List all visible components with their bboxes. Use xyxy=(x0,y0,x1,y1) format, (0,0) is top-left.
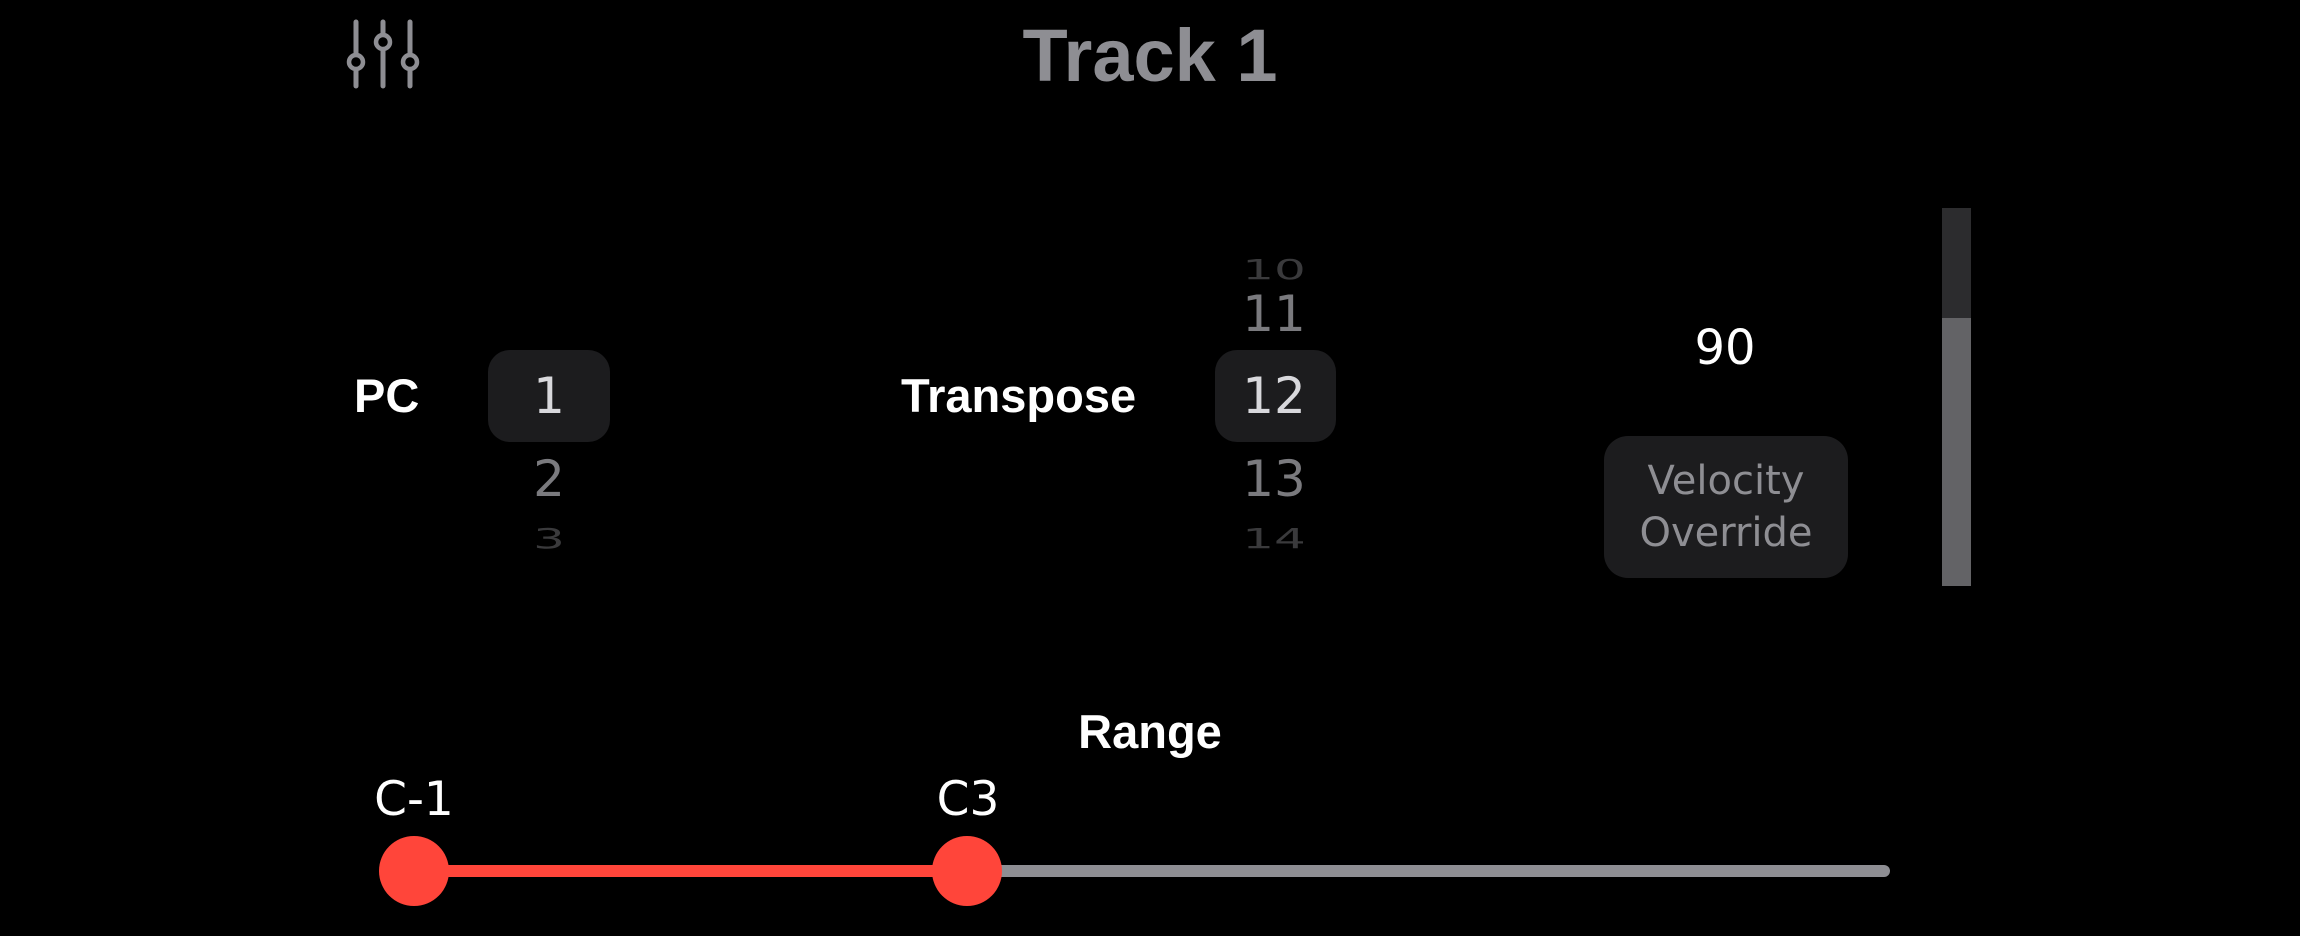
velocity-value: 90 xyxy=(1694,320,1756,376)
pc-picker[interactable]: 1 2 3 xyxy=(480,220,618,560)
range-low-thumb[interactable] xyxy=(379,836,449,906)
velocity-override-button[interactable]: Velocity Override xyxy=(1604,436,1848,578)
transpose-picker[interactable]: 10 11 12 13 14 xyxy=(1205,220,1343,560)
picker-row[interactable]: 2 xyxy=(480,449,618,509)
pc-label: PC xyxy=(354,369,420,422)
picker-row[interactable]: 10 xyxy=(1205,253,1343,286)
range-label: Range xyxy=(1078,705,1222,758)
velocity-slider-fill xyxy=(1942,317,1971,586)
picker-row[interactable]: 14 xyxy=(1205,522,1343,555)
velocity-slider[interactable] xyxy=(1942,208,1971,586)
picker-row[interactable]: 3 xyxy=(480,522,618,555)
picker-row[interactable]: 13 xyxy=(1205,449,1343,509)
velocity-override-label: Velocity Override xyxy=(1639,458,1813,556)
picker-row[interactable]: 11 xyxy=(1205,284,1343,344)
picker-row-selected[interactable]: 12 xyxy=(1205,366,1343,426)
page-title: Track 1 xyxy=(1022,14,1278,97)
range-low-value: C-1 xyxy=(374,772,454,827)
range-high-thumb[interactable] xyxy=(932,836,1002,906)
range-slider-selected-track xyxy=(414,865,967,877)
picker-row-selected[interactable]: 1 xyxy=(480,366,618,426)
transpose-label: Transpose xyxy=(901,369,1137,422)
range-high-value: C3 xyxy=(936,772,1000,827)
